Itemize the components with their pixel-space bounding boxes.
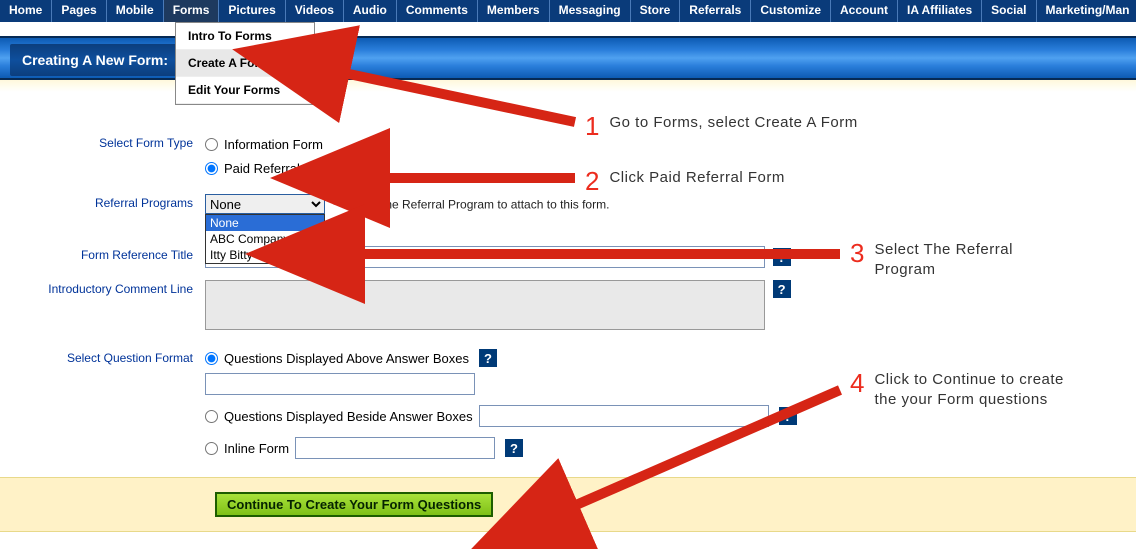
referral-hint: Select the Referral Program to attach to… xyxy=(345,198,609,212)
nav-social[interactable]: Social xyxy=(982,0,1036,22)
page-title: Creating A New Form: xyxy=(22,52,168,68)
nav-referrals[interactable]: Referrals xyxy=(680,0,751,22)
referral-options-open: None ABC Company Itty Bitty xyxy=(205,214,325,264)
referral-option-itty[interactable]: Itty Bitty xyxy=(206,247,324,263)
continue-bar: Continue To Create Your Form Questions xyxy=(0,477,1136,532)
required-star: * xyxy=(333,197,338,212)
form-body: Select Form Type Information Form Paid R… xyxy=(0,80,1136,465)
title-bar-inner: Creating A New Form: xyxy=(10,44,180,76)
input-q-beside-sample[interactable] xyxy=(479,405,769,427)
top-nav: Home Pages Mobile Forms Pictures Videos … xyxy=(0,0,1136,22)
nav-home[interactable]: Home xyxy=(0,0,52,22)
forms-dropdown: Intro To Forms Create A Form Edit Your F… xyxy=(175,22,315,105)
title-bar: Creating A New Form: xyxy=(0,36,1136,80)
continue-button[interactable]: Continue To Create Your Form Questions xyxy=(215,492,493,517)
radio-label-paid-referral-form: Paid Referral Form xyxy=(224,161,334,176)
nav-forms[interactable]: Forms xyxy=(164,0,220,22)
nav-marketing[interactable]: Marketing/Man xyxy=(1037,0,1136,22)
radio-label-information-form: Information Form xyxy=(224,137,323,152)
nav-pages[interactable]: Pages xyxy=(52,0,106,22)
radio-inline-form[interactable] xyxy=(205,442,218,455)
nav-ia-affiliates[interactable]: IA Affiliates xyxy=(898,0,982,22)
radio-label-q-beside: Questions Displayed Beside Answer Boxes xyxy=(224,409,473,424)
label-referral-programs: Referral Programs xyxy=(10,194,205,210)
help-icon[interactable]: ? xyxy=(479,349,497,367)
nav-store[interactable]: Store xyxy=(631,0,681,22)
help-icon[interactable]: ? xyxy=(773,280,791,298)
label-select-q-format: Select Question Format xyxy=(10,349,205,365)
dropdown-create-a-form[interactable]: Create A Form xyxy=(176,50,314,77)
help-icon[interactable]: ? xyxy=(779,407,797,425)
help-icon[interactable]: ? xyxy=(773,248,791,266)
select-referral-program[interactable]: None xyxy=(205,194,325,214)
nav-audio[interactable]: Audio xyxy=(344,0,397,22)
nav-mobile[interactable]: Mobile xyxy=(107,0,164,22)
dropdown-edit-your-forms[interactable]: Edit Your Forms xyxy=(176,77,314,104)
label-select-form-type: Select Form Type xyxy=(10,134,205,150)
help-icon[interactable]: ? xyxy=(505,439,523,457)
referral-option-none[interactable]: None xyxy=(206,215,324,231)
nav-account[interactable]: Account xyxy=(831,0,898,22)
label-intro-comment: Introductory Comment Line xyxy=(10,280,205,296)
input-inline-sample[interactable] xyxy=(295,437,495,459)
nav-comments[interactable]: Comments xyxy=(397,0,478,22)
dropdown-intro-to-forms[interactable]: Intro To Forms xyxy=(176,23,314,50)
label-form-ref-title: Form Reference Title xyxy=(10,246,205,262)
referral-option-abc[interactable]: ABC Company xyxy=(206,231,324,247)
nav-messaging[interactable]: Messaging xyxy=(550,0,631,22)
radio-label-inline-form: Inline Form xyxy=(224,441,289,456)
textarea-intro-comment[interactable] xyxy=(205,280,765,330)
nav-customize[interactable]: Customize xyxy=(751,0,831,22)
nav-members[interactable]: Members xyxy=(478,0,550,22)
radio-q-beside[interactable] xyxy=(205,410,218,423)
nav-videos[interactable]: Videos xyxy=(286,0,344,22)
radio-q-above[interactable] xyxy=(205,352,218,365)
input-q-above-sample[interactable] xyxy=(205,373,475,395)
nav-pictures[interactable]: Pictures xyxy=(219,0,285,22)
radio-information-form[interactable] xyxy=(205,138,218,151)
radio-label-q-above: Questions Displayed Above Answer Boxes xyxy=(224,351,469,366)
radio-paid-referral-form[interactable] xyxy=(205,162,218,175)
